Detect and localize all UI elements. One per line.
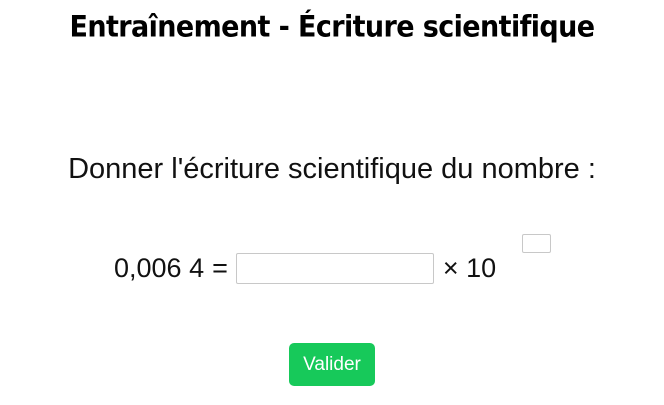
exercise-prompt: Donner l'écriture scientifique du nombre… <box>68 153 596 185</box>
times-ten-label: × 10 <box>442 252 497 283</box>
mantissa-input[interactable] <box>235 252 434 284</box>
exponent-input[interactable] <box>522 234 551 253</box>
given-number: 0,006 4 <box>114 252 205 283</box>
validate-button[interactable]: Valider <box>289 343 375 386</box>
page-title: Entraînement - Écriture scientifique <box>69 10 596 45</box>
equals-sign: = <box>212 252 228 283</box>
equation-row: 0,006 4 = × 10 <box>114 248 496 288</box>
